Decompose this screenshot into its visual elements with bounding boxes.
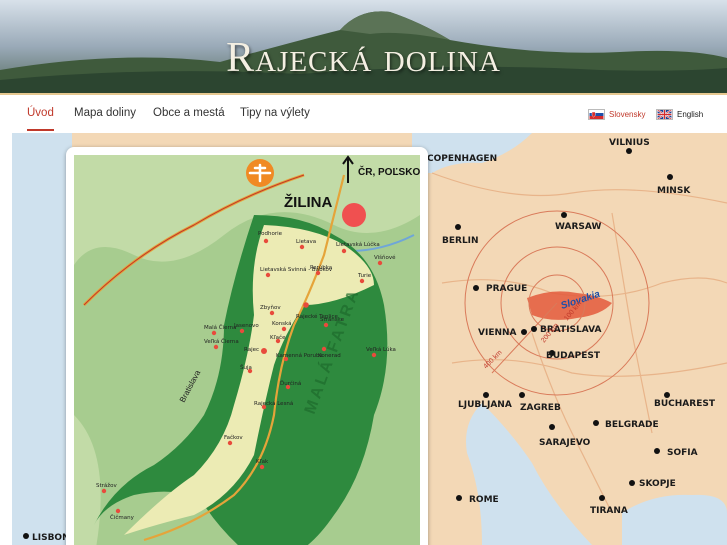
language-slovak-label: Slovensky	[609, 110, 646, 119]
svg-text:SOFIA: SOFIA	[667, 448, 698, 458]
village-cicmany[interactable]: Čičmany	[110, 514, 135, 521]
village-porubka[interactable]: Porúbka	[310, 264, 332, 271]
city-minsk[interactable]: MINSK	[657, 174, 691, 196]
slovakia-label: Slovakia	[560, 289, 602, 312]
city-vilnius[interactable]: VILNIUS	[609, 138, 650, 154]
city-rome[interactable]: ROME	[456, 495, 499, 505]
city-berlin[interactable]: BERLIN	[442, 224, 479, 246]
svg-text:BUCHAREST: BUCHAREST	[654, 399, 716, 409]
city-belgrade[interactable]: BELGRADE	[593, 420, 659, 430]
city-sarajevo[interactable]: SARAJEVO	[539, 424, 591, 448]
svg-text:BERLIN: BERLIN	[442, 236, 479, 246]
svg-text:PRAGUE: PRAGUE	[486, 284, 527, 294]
svg-text:ROME: ROME	[469, 495, 499, 505]
airplane-icon	[246, 159, 274, 187]
valley-map-card[interactable]: ČR, POĽSKO ŽILINA Podhorie Lietava Lieta…	[66, 147, 428, 545]
svg-text:LISBON: LISBON	[32, 533, 70, 543]
svg-text:TIRANA: TIRANA	[590, 506, 628, 516]
nav-item-uvod[interactable]: Úvod	[27, 107, 54, 131]
village-rajec[interactable]: Rajec	[244, 347, 259, 353]
city-vienna[interactable]: VIENNA	[478, 328, 527, 338]
slovak-flag-icon	[588, 109, 605, 120]
village-lietavska-lucka[interactable]: Lietavská Lúčka	[336, 241, 380, 248]
village-mala-cierna[interactable]: Malá Čierna	[204, 324, 237, 331]
village-kamenna-poruba[interactable]: Kamenná Poruba	[276, 352, 323, 359]
village-podhorie[interactable]: Podhorie	[258, 231, 283, 237]
village-klace[interactable]: Kľače	[270, 334, 286, 341]
zilina-marker[interactable]	[342, 203, 366, 227]
svg-text:MINSK: MINSK	[657, 186, 691, 196]
city-prague[interactable]: PRAGUE	[473, 284, 527, 294]
village-lietava[interactable]: Lietava	[296, 239, 316, 245]
language-english-label: English	[677, 110, 704, 119]
village-velka-luka[interactable]: Veľká Lúka	[366, 346, 396, 353]
city-zagreb[interactable]: ZAGREB	[519, 392, 561, 413]
svg-text:VILNIUS: VILNIUS	[609, 138, 650, 148]
village-durcina[interactable]: Ďurčiná	[280, 379, 301, 387]
village-velka-cierna[interactable]: Veľká Čierna	[204, 338, 239, 345]
village-visnove[interactable]: Višňové	[374, 254, 396, 261]
site-title: Rajecká dolina	[226, 35, 501, 81]
village-rajecka-lesna[interactable]: Rajecká Lesná	[254, 400, 293, 407]
village-strazov[interactable]: Strážov	[96, 482, 118, 489]
city-sofia[interactable]: SOFIA	[654, 448, 698, 458]
village-jasenovo[interactable]: Jasenovo	[233, 323, 259, 329]
svg-text:WARSAW: WARSAW	[555, 222, 601, 232]
svg-text:BUDAPEST: BUDAPEST	[546, 351, 601, 361]
language-slovak-link[interactable]: Slovensky	[588, 109, 645, 120]
city-zilina-label: ŽILINA	[284, 193, 332, 211]
site-header: Rajecká dolina	[0, 0, 727, 93]
city-warsaw[interactable]: WARSAW	[555, 212, 601, 232]
nav-item-mapa-doliny[interactable]: Mapa doliny	[74, 107, 136, 119]
svg-text:COPENHAGEN: COPENHAGEN	[427, 154, 497, 164]
village-turie[interactable]: Turie	[357, 273, 372, 279]
city-ljubljana[interactable]: LJUBLJANA	[458, 392, 512, 410]
city-copenhagen[interactable]: COPENHAGEN	[427, 154, 497, 164]
svg-text:VIENNA: VIENNA	[478, 328, 517, 338]
village-zbynov[interactable]: Zbyňov	[260, 304, 281, 311]
city-skopje[interactable]: SKOPJE	[629, 479, 676, 489]
svg-text:SARAJEVO: SARAJEVO	[539, 438, 591, 448]
city-budapest[interactable]: BUDAPEST	[546, 350, 601, 361]
valley-detail-map[interactable]: ČR, POĽSKO ŽILINA Podhorie Lietava Lieta…	[74, 155, 420, 545]
village-konska[interactable]: Konská	[272, 320, 292, 327]
city-lisbon[interactable]: LISBON	[23, 533, 70, 543]
map-area: COPENHAGEN VILNIUS MINSK BERLIN WARSAW P…	[12, 133, 727, 545]
village-klak[interactable]: Kľak	[256, 459, 269, 465]
uk-flag-icon	[656, 109, 673, 120]
nav-item-obce-a-mesta[interactable]: Obce a mestá	[153, 107, 225, 119]
city-tirana[interactable]: TIRANA	[590, 495, 628, 516]
main-navigation: Úvod Mapa doliny Obce a mestá Tipy na vý…	[0, 93, 727, 133]
svg-text:LJUBLJANA: LJUBLJANA	[458, 400, 512, 410]
city-bucharest[interactable]: BUCHAREST	[654, 392, 716, 409]
nav-item-tipy-na-vylety[interactable]: Tipy na výlety	[240, 107, 310, 119]
svg-text:ZAGREB: ZAGREB	[520, 403, 561, 413]
city-bratislava[interactable]: BRATISLAVA	[531, 325, 601, 335]
svg-text:BELGRADE: BELGRADE	[605, 420, 659, 430]
distance-400km: 400 km	[482, 349, 503, 370]
village-fackov[interactable]: Fačkov	[224, 434, 243, 441]
svg-text:SKOPJE: SKOPJE	[639, 479, 676, 489]
language-english-link[interactable]: English	[656, 109, 703, 120]
direction-label: ČR, POĽSKO	[358, 165, 420, 178]
village-suja[interactable]: Šuja	[240, 364, 252, 371]
